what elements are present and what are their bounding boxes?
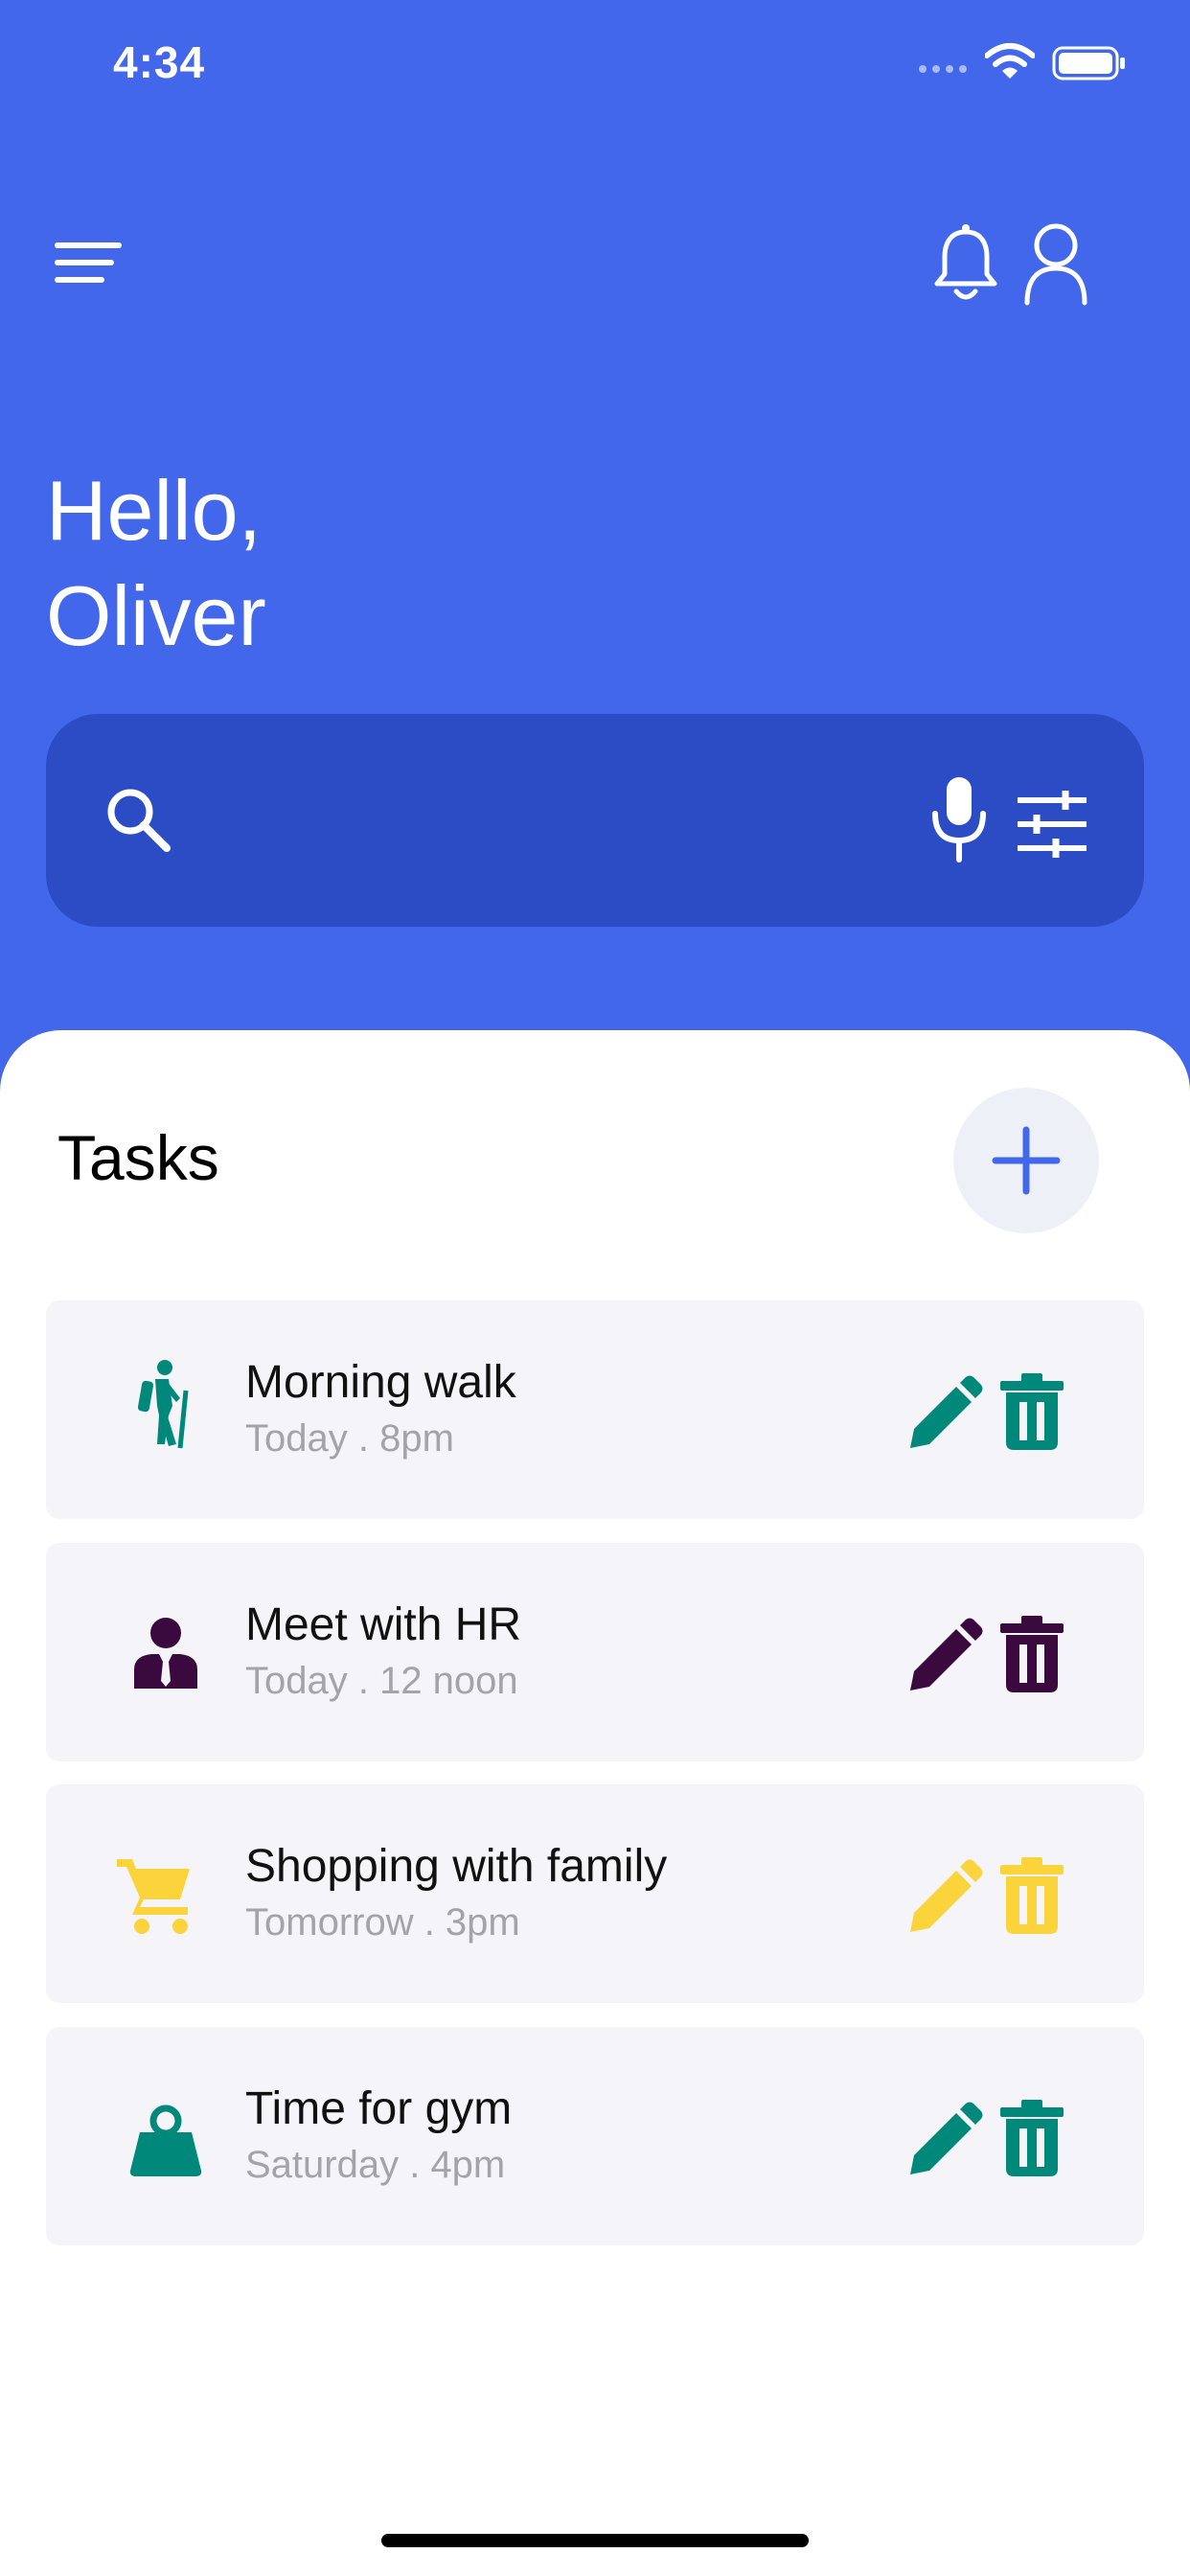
greeting: Hello, Oliver [46, 458, 266, 669]
trash-icon[interactable] [998, 1857, 1065, 1934]
greeting-name: Oliver [46, 568, 266, 663]
battery-icon [1052, 46, 1125, 80]
task-title: Meet with HR [245, 1599, 522, 1650]
mic-icon[interactable] [926, 773, 993, 865]
businessman-icon [134, 1618, 197, 1689]
task-title: Morning walk [245, 1357, 516, 1408]
search-icon[interactable] [100, 781, 182, 863]
trash-icon[interactable] [998, 1616, 1065, 1692]
edit-icon[interactable] [906, 1375, 983, 1452]
task-card[interactable]: Time for gym Saturday . 4pm [46, 2027, 1144, 2245]
task-title: Shopping with family [245, 1841, 668, 1892]
weight-icon [129, 2104, 202, 2176]
plus-icon [992, 1126, 1061, 1195]
edit-icon[interactable] [906, 1859, 983, 1936]
status-time: 4:34 [113, 37, 206, 87]
filter-icon[interactable] [1014, 791, 1090, 858]
menu-icon[interactable] [50, 232, 126, 293]
task-time: Today . 12 noon [245, 1660, 518, 1702]
task-time: Tomorrow . 3pm [245, 1901, 520, 1944]
task-card[interactable]: Shopping with family Tomorrow . 3pm [46, 1784, 1144, 2003]
cellular-signal-icon [919, 65, 967, 73]
search-bar[interactable] [46, 714, 1144, 927]
user-icon[interactable] [1018, 217, 1094, 309]
greeting-hello: Hello, [46, 463, 262, 558]
task-card[interactable]: Morning walk Today . 8pm [46, 1300, 1144, 1519]
cart-icon [117, 1859, 190, 1934]
add-task-button[interactable] [953, 1088, 1099, 1233]
hiking-icon [137, 1360, 189, 1449]
bell-icon[interactable] [927, 220, 1004, 307]
task-time: Today . 8pm [245, 1417, 454, 1460]
tasks-heading: Tasks [57, 1122, 219, 1193]
top-bar [0, 211, 1190, 307]
task-time: Saturday . 4pm [245, 2144, 506, 2186]
edit-icon[interactable] [906, 2102, 983, 2178]
status-bar: 4:34 [0, 0, 1190, 134]
home-indicator[interactable] [381, 2534, 809, 2547]
tasks-sheet: Tasks Morning walk Today . 8pm Meet with… [0, 1030, 1190, 2576]
edit-icon[interactable] [906, 1618, 983, 1694]
trash-icon[interactable] [998, 1373, 1065, 1450]
task-title: Time for gym [245, 2083, 513, 2134]
wifi-icon [985, 43, 1035, 79]
trash-icon[interactable] [998, 2100, 1065, 2176]
task-card[interactable]: Meet with HR Today . 12 noon [46, 1543, 1144, 1761]
